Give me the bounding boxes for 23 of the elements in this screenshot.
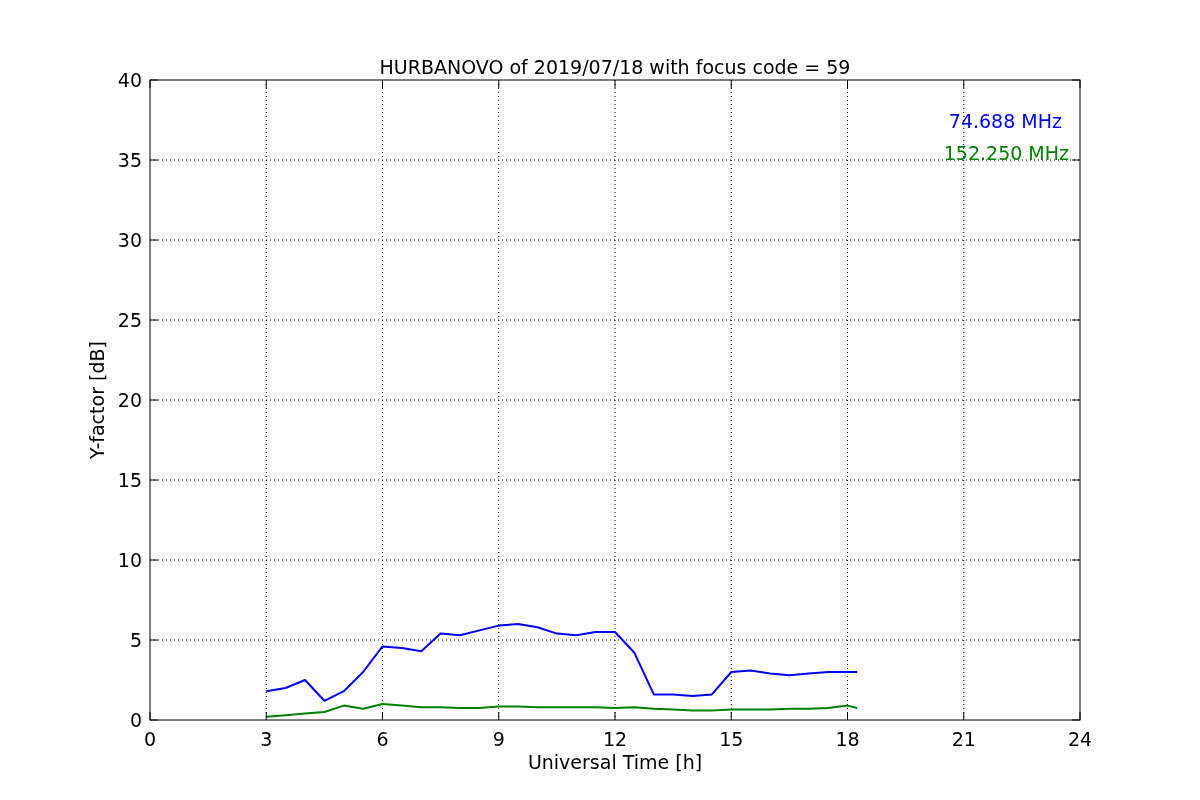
x-tick-label: 12	[602, 728, 628, 750]
y-tick-label: 20	[117, 389, 142, 411]
x-tick-label: 6	[376, 728, 389, 750]
y-tick-label: 25	[117, 309, 142, 331]
y-tick-label: 5	[129, 629, 142, 651]
x-tick-label: 21	[951, 728, 976, 750]
chart-title: HURBANOVO of 2019/07/18 with focus code = 59	[379, 56, 851, 78]
y-tick-label: 10	[117, 549, 142, 571]
y-tick-label: 30	[117, 229, 142, 251]
y-tick-label: 0	[129, 709, 142, 731]
legend-label: 152.250 MHz	[943, 142, 1069, 164]
y-axis-label: Y-factor [dB]	[86, 341, 108, 459]
x-tick-label: 3	[260, 728, 273, 750]
y-tick-label: 40	[117, 69, 142, 91]
legend-label: 74.688 MHz	[948, 110, 1062, 132]
x-tick-label: 18	[835, 728, 860, 750]
x-axis-label: Universal Time [h]	[527, 751, 703, 773]
x-tick-label: 9	[492, 728, 505, 750]
x-tick-label: 15	[719, 728, 744, 750]
x-tick-label: 0	[143, 728, 157, 750]
y-tick-label: 15	[117, 469, 142, 491]
x-tick-label: 24	[1067, 728, 1093, 750]
y-tick-label: 35	[117, 149, 142, 171]
